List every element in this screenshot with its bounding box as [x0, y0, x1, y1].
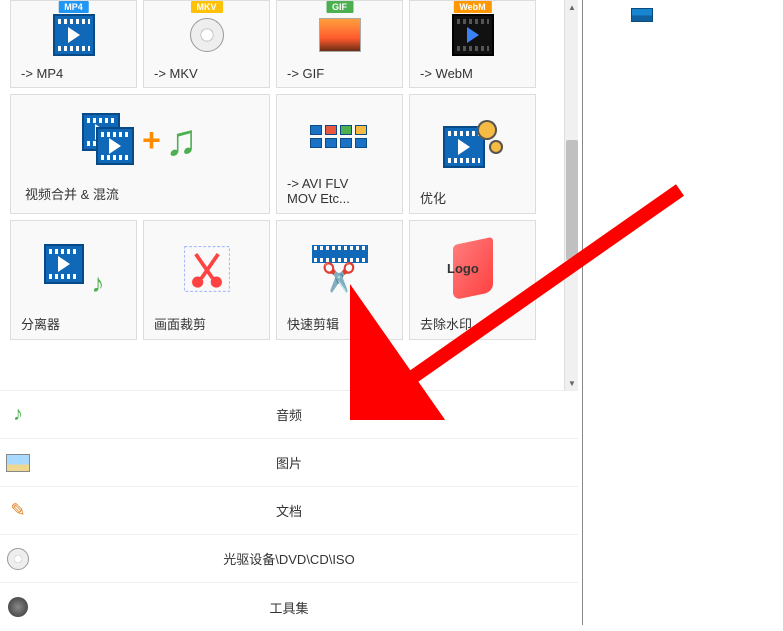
format-card-mkv[interactable]: MKV -> MKV — [143, 0, 270, 88]
scrollbar-thumb[interactable] — [566, 140, 578, 260]
format-card-optimize[interactable]: 优化 — [409, 94, 536, 214]
doc-icon: ✎ — [4, 497, 32, 525]
format-label: -> AVI FLV — [287, 176, 348, 191]
menu-item-image[interactable]: 图片 — [0, 439, 578, 487]
format-card-aviflv[interactable]: -> AVI FLV MOV Etc... — [276, 94, 403, 214]
menu-label: 光驱设备\DVD\CD\ISO — [223, 549, 354, 568]
format-label: 优化 — [414, 186, 531, 209]
gears-icon — [414, 99, 531, 186]
format-label: -> MP4 — [15, 64, 132, 83]
menu-label: 音频 — [276, 405, 302, 424]
menu-item-doc[interactable]: ✎ 文档 — [0, 487, 578, 535]
partial-row — [20, 340, 560, 390]
format-card-gif[interactable]: GIF -> GIF — [276, 0, 403, 88]
merge-icon: + ♫ — [15, 99, 265, 182]
format-card-remove-watermark[interactable]: 去除水印 — [409, 220, 536, 340]
format-card-crop[interactable]: 画面裁剪 — [143, 220, 270, 340]
disc-icon — [148, 5, 265, 64]
format-label: -> WebM — [414, 64, 531, 83]
image-icon — [4, 449, 32, 477]
format-label: -> MKV — [148, 64, 265, 83]
badge-gif: GIF — [326, 1, 353, 13]
crop-scissors-icon — [148, 225, 265, 312]
menu-label: 文档 — [276, 501, 302, 520]
format-card-splitter[interactable]: ♪ 分离器 — [10, 220, 137, 340]
scrollbar[interactable]: ▲ ▼ — [564, 0, 578, 390]
scroll-up-icon[interactable]: ▲ — [566, 0, 578, 14]
splitter-icon: ♪ — [15, 225, 132, 312]
format-card-webm[interactable]: WebM -> WebM — [409, 0, 536, 88]
menu-item-audio[interactable]: ♪ 音频 — [0, 391, 578, 439]
format-card-fastcut[interactable]: ✂️ 快速剪辑 — [276, 220, 403, 340]
category-menu: ♪ 音频 图片 ✎ 文档 光驱设备\DVD\CD\ISO 工具集 — [0, 390, 578, 631]
format-label: 去除水印 — [414, 312, 531, 335]
audio-icon: ♪ — [4, 401, 32, 429]
format-label: 视频合并 & 混流 — [15, 182, 265, 209]
badge-mkv: MKV — [191, 1, 223, 13]
format-card-mp4[interactable]: MP4 -> MP4 — [10, 0, 137, 88]
disc-drive-icon — [4, 545, 32, 573]
badge-webm: WebM — [453, 1, 491, 13]
sunset-icon — [281, 5, 398, 64]
format-label: -> GIF — [281, 64, 398, 83]
format-label: MOV Etc... — [287, 191, 350, 206]
format-label: 分离器 — [15, 312, 132, 335]
format-grid-area: MP4 -> MP4 MKV -> MKV GIF -> GIF WebM — [10, 0, 560, 390]
format-card-merge[interactable]: + ♫ 视频合并 & 混流 — [10, 94, 270, 214]
menu-item-disc[interactable]: 光驱设备\DVD\CD\ISO — [0, 535, 578, 583]
film-dark-icon — [414, 5, 531, 64]
tiles-icon — [281, 99, 398, 174]
fastcut-icon: ✂️ — [281, 225, 398, 312]
menu-label: 工具集 — [269, 598, 308, 617]
format-label: 画面裁剪 — [148, 312, 265, 335]
film-icon — [15, 5, 132, 64]
scroll-down-icon[interactable]: ▼ — [566, 376, 578, 390]
eraser-icon — [414, 225, 531, 312]
right-panel — [582, 0, 782, 625]
menu-label: 图片 — [276, 453, 302, 472]
tools-icon — [4, 593, 32, 621]
preview-thumbnail-icon — [631, 8, 653, 22]
format-label: 快速剪辑 — [281, 312, 398, 335]
badge-mp4: MP4 — [58, 1, 89, 13]
menu-item-tools[interactable]: 工具集 — [0, 583, 578, 631]
